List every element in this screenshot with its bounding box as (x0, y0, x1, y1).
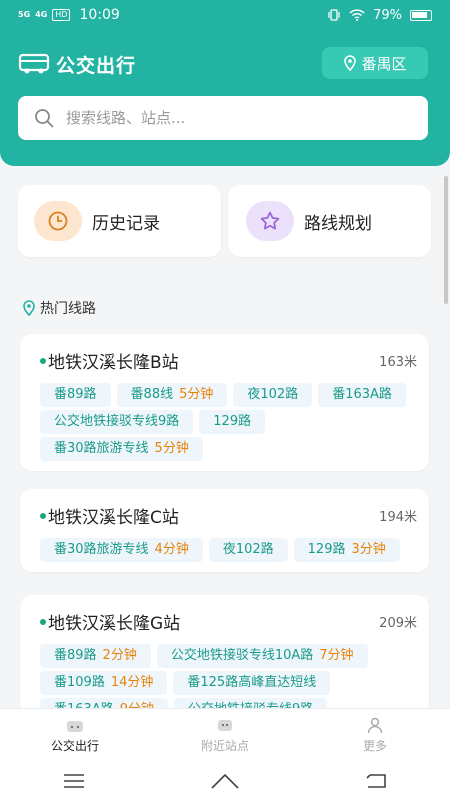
route-name: 129路 (307, 542, 346, 557)
tab-label: 附近站点 (200, 739, 249, 753)
stop-distance: 209米 (379, 616, 417, 631)
route-eta: 5分钟 (154, 441, 189, 456)
bottom-tab-bar: 公交出行 附近站点 更多 (0, 708, 450, 762)
route-chip[interactable]: 公交地铁接驳专线9路 (40, 410, 194, 434)
route-chip[interactable]: 夜102路 (208, 538, 288, 562)
tab-label: 更多 (362, 739, 387, 753)
route-chip[interactable]: 番30路旅游专线 4分钟 (40, 538, 203, 562)
bus-icon (18, 53, 50, 74)
route-chip[interactable]: 129路 (199, 410, 266, 434)
route-eta: 14分钟 (110, 675, 154, 690)
route-name: 番88线 (130, 387, 174, 402)
tab-nearby-stops[interactable]: 附近站点 (150, 709, 300, 762)
app-title: 公交出行 (56, 54, 137, 77)
stop-name: 地铁汉溪长隆G站 (48, 614, 181, 634)
clock-icon (48, 211, 68, 231)
user-icon (367, 717, 383, 734)
route-name: 番163A路 (332, 387, 392, 402)
stop-card[interactable]: 地铁汉溪长隆B站 163米 番89路 番88线 5分钟 夜102路 番163A路 … (20, 334, 429, 471)
route-chip[interactable]: 番30路旅游专线 5分钟 (40, 437, 203, 461)
route-eta: 2分钟 (102, 648, 137, 663)
stop-name: 地铁汉溪长隆B站 (48, 353, 179, 373)
history-label: 历史记录 (92, 213, 160, 234)
route-chip[interactable]: 番125路高峰直达短线 (173, 671, 331, 695)
location-pin-icon (344, 55, 357, 71)
back-icon[interactable] (365, 773, 387, 789)
route-eta: 3分钟 (351, 542, 386, 557)
route-chip[interactable]: 夜102路 (233, 383, 313, 407)
route-planning-button[interactable]: 路线规划 (228, 185, 431, 257)
tab-label: 公交出行 (50, 739, 99, 753)
route-chip[interactable]: 番109路 14分钟 (40, 671, 168, 695)
search-input[interactable] (66, 109, 396, 127)
system-nav-bar (0, 762, 450, 800)
route-planning-label: 路线规划 (304, 213, 372, 234)
route-name: 番30路旅游专线 (54, 542, 149, 557)
search-box[interactable] (18, 96, 428, 140)
route-name: 公交地铁接驳专线9路 (54, 414, 180, 429)
home-icon[interactable] (210, 773, 240, 789)
stop-distance: 163米 (379, 355, 417, 370)
vibrate-icon (328, 9, 340, 21)
scrollbar[interactable] (444, 176, 448, 304)
wifi-icon (349, 9, 365, 21)
stop-card[interactable]: 地铁汉溪长隆G站 209米 番89路 2分钟 公交地铁接驳专线10A路 7分钟 番1… (20, 595, 429, 715)
stop-name: 地铁汉溪长隆C站 (48, 508, 179, 528)
star-icon-wrap (246, 201, 294, 241)
signal-4g-indicator: 4G (35, 10, 48, 19)
tab-more[interactable]: 更多 (300, 709, 450, 762)
status-bar: 5G 4G HD 10:09 79% (0, 0, 450, 30)
route-name: 番125路高峰直达短线 (187, 675, 317, 690)
bus-icon (67, 721, 83, 732)
history-button[interactable]: 历史记录 (18, 185, 221, 257)
hd-badge: HD (52, 9, 71, 21)
route-chip[interactable]: 公交地铁接驳专线10A路 7分钟 (156, 644, 368, 668)
route-chip[interactable]: 番163A路 (318, 383, 406, 407)
popular-routes-title: 热门线路 (22, 298, 96, 318)
header: 5G 4G HD 10:09 79% 公交出行 番禺区 (0, 0, 450, 166)
district-selector-button[interactable]: 番禺区 (322, 47, 428, 79)
location-pin-icon (23, 300, 35, 316)
route-name: 夜102路 (222, 542, 274, 557)
tab-bus-travel[interactable]: 公交出行 (0, 709, 150, 762)
stop-distance: 194米 (379, 510, 417, 525)
menu-icon[interactable] (63, 774, 85, 788)
district-label: 番禺区 (361, 54, 407, 73)
route-chip[interactable]: 番88线 5分钟 (116, 383, 228, 407)
route-chip[interactable]: 番89路 (40, 383, 111, 407)
battery-icon (410, 9, 432, 21)
nearby-icon (218, 720, 232, 731)
route-eta: 5分钟 (179, 387, 214, 402)
route-eta: 4分钟 (154, 542, 189, 557)
stop-card[interactable]: 地铁汉溪长隆C站 194米 番30路旅游专线 4分钟 夜102路 129路 3分钟 (20, 489, 429, 572)
signal-5g-indicator: 5G (18, 10, 31, 19)
search-icon (35, 109, 54, 128)
route-chip[interactable]: 番89路 2分钟 (40, 644, 151, 668)
clock-icon-wrap (34, 201, 82, 241)
section-title-label: 热门线路 (40, 301, 96, 317)
stop-dot (40, 512, 46, 519)
battery-percent: 79% (373, 7, 402, 23)
route-name: 番30路旅游专线 (54, 441, 149, 456)
star-icon (260, 211, 280, 230)
route-name: 番109路 (54, 675, 105, 690)
route-eta: 7分钟 (319, 648, 354, 663)
status-time: 10:09 (79, 7, 120, 23)
route-name: 番89路 (54, 648, 97, 663)
stop-dot (40, 357, 46, 364)
app-title-row: 公交出行 (18, 48, 136, 80)
stop-dot (40, 618, 46, 625)
route-name: 129路 (213, 414, 252, 429)
route-chip[interactable]: 129路 3分钟 (293, 538, 400, 562)
route-name: 夜102路 (247, 387, 299, 402)
route-name: 番89路 (54, 387, 97, 402)
route-name: 公交地铁接驳专线10A路 (170, 648, 314, 663)
